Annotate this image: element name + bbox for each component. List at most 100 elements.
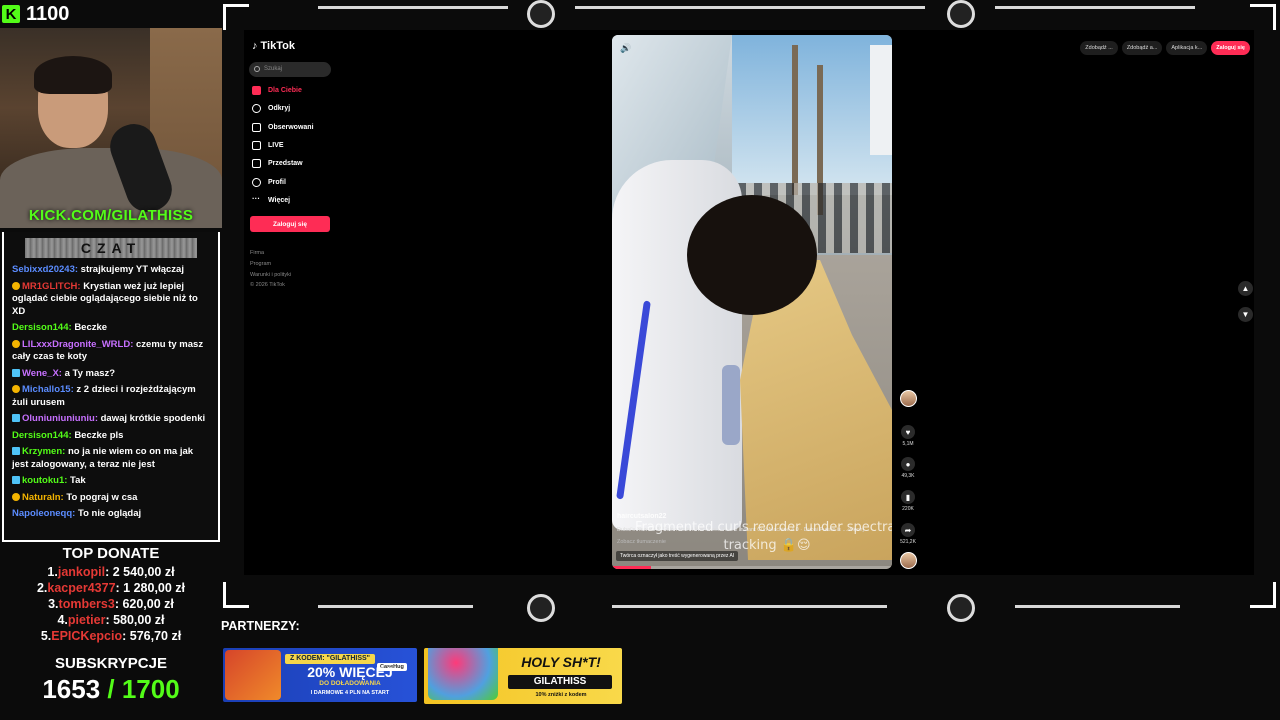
previous-video-button[interactable]: ▲ [1238, 281, 1253, 296]
sword-badge-icon [12, 368, 20, 377]
ad-headline: HOLY SH*T! [521, 654, 601, 670]
frame-line [612, 605, 887, 608]
following-icon [252, 123, 261, 132]
subs-current: 1653 [42, 674, 101, 704]
chat-username[interactable]: Oluniuniuniuniu: [22, 413, 98, 424]
nav-label: Więcej [268, 197, 291, 204]
subs-panel: SUBSKRYPCJE 1653 / 1700 [0, 655, 222, 705]
chat-username[interactable]: Michallo15: [22, 384, 74, 395]
donate-amount: : 2 540,00 zł [105, 565, 175, 579]
follower-count: 1100 [26, 2, 70, 25]
creator-avatar[interactable] [900, 390, 917, 407]
chat-message: Oluniuniuniuniu: dawaj krótkie spodenki [4, 411, 218, 428]
chat-username[interactable]: Naturaln: [22, 492, 64, 503]
profile-icon [252, 178, 261, 187]
action-heart[interactable]: ♥ 5,1M [900, 425, 916, 447]
next-video-button[interactable]: ▼ [1238, 307, 1253, 322]
nav-more[interactable]: ··· Więcej [252, 195, 291, 205]
volume-icon[interactable]: 🔊 [620, 43, 631, 54]
top-login-button[interactable]: Zaloguj się [1211, 41, 1250, 55]
nav-following[interactable]: Obserwowani [252, 123, 314, 132]
action-bookmark[interactable]: ▮ 220K [900, 490, 916, 512]
chat-message: Naturaln: To pograj w csa [4, 490, 218, 507]
footer-link[interactable]: Firma [250, 250, 264, 256]
chat-message: MR1GLITCH: Krystian weż już lepiej ogląd… [4, 279, 218, 321]
chat-message: Dersison144: Beczke pls [4, 428, 218, 445]
bookmark-icon[interactable]: ▮ [901, 490, 915, 504]
nav-for-you[interactable]: Dla Ciebie [252, 86, 302, 95]
action-count: 220K [902, 506, 914, 512]
nav-label: Odkryj [268, 105, 291, 112]
footer-link[interactable]: Program [250, 261, 271, 267]
share-icon[interactable]: ➦ [901, 523, 915, 537]
chat-message: Sebixxd20243: strajkujemy YT włączaj [4, 262, 218, 279]
target-emblem-icon [947, 0, 975, 28]
tiktok-logo[interactable]: ♪ TikTok [252, 40, 295, 52]
cans-icon [428, 648, 498, 700]
login-button[interactable]: Zaloguj się [250, 216, 330, 232]
nav-label: LIVE [268, 142, 284, 149]
top-right-actions: Zdobądź ... Zdobądź a... Aplikacja k... … [1080, 41, 1250, 55]
comment-icon[interactable]: ● [901, 457, 915, 471]
donate-rank: 4. [57, 613, 68, 627]
donate-name: EPICKepcio [51, 629, 123, 643]
home-icon [252, 86, 261, 95]
footer-copyright: © 2026 TikTok [250, 282, 285, 288]
video-player[interactable]: 🔊 haircutsalon22 Dubai's Newest AI Salon… [612, 35, 892, 569]
sub-badge-icon [12, 492, 20, 501]
get-app-button[interactable]: Zdobądź a... [1121, 41, 1163, 55]
nav-live[interactable]: LIVE [252, 141, 284, 150]
progress-fill [612, 566, 652, 569]
get-coins-button[interactable]: Zdobądź ... [1080, 41, 1118, 55]
overlay-subtitle: Fragmented curls reorder under spectral … [635, 520, 892, 553]
chat-text: strajkujemy YT włączaj [80, 264, 184, 275]
chat-username[interactable]: Wene_X: [22, 368, 62, 379]
nav-label: Dla Ciebie [268, 87, 302, 94]
search-placeholder: Szukaj [264, 66, 283, 72]
nav-profile[interactable]: Profil [252, 178, 286, 187]
nav-label: Przedstaw [268, 160, 303, 167]
chat-username[interactable]: Dersison144: [12, 322, 72, 333]
search-icon [254, 66, 260, 72]
chat-username[interactable]: MR1GLITCH: [22, 281, 81, 292]
chat-username[interactable]: Napoleoneqq: [12, 508, 75, 519]
ad-headline: 20% WIĘCEJ [307, 664, 393, 680]
live-icon [252, 141, 261, 150]
heart-icon[interactable]: ♥ [901, 425, 915, 439]
footer-link[interactable]: Warunki i polityki [250, 272, 291, 278]
wave-emblem-icon [947, 594, 975, 622]
top-donate-panel: TOP DONATE 1.jankopil: 2 540,00 zł 2.kacp… [0, 545, 222, 644]
donate-rank: 2. [36, 581, 48, 595]
donate-name: jankopil [57, 565, 106, 579]
action-comment[interactable]: ● 49,3K [900, 457, 916, 479]
chat-text: a Ty masz? [64, 367, 116, 379]
chat-username[interactable]: Krzymen: [22, 446, 65, 457]
nav-upload[interactable]: Przedstaw [252, 159, 303, 168]
video-progress-bar[interactable] [612, 566, 892, 569]
desktop-app-button[interactable]: Aplikacja k... [1166, 41, 1208, 55]
chat-username[interactable]: LILxxxDragonite_WRLD: [22, 339, 133, 350]
chat-username[interactable]: Sebixxd20243: [12, 264, 78, 275]
chat-username[interactable]: Dersison144: [12, 430, 72, 441]
follower-counter: K 1100 [0, 0, 222, 28]
search-input[interactable]: Szukaj [249, 62, 331, 77]
frame-line [575, 6, 925, 9]
frame-line [1015, 605, 1180, 608]
chat-text: dawaj krótkie spodenki [100, 413, 206, 424]
partner-ad-casehug[interactable]: Z KODEM: "GILATHISS" CaseHug 20% WIĘCEJ … [223, 648, 417, 702]
ad-subline2: I DARMOWE 4 PLN NA START [310, 690, 390, 696]
partner-ad-holy[interactable]: HOLY SH*T! GILATHISS 10% zniżki z kodem [424, 648, 622, 704]
donate-entry: 1.jankopil: 2 540,00 zł [0, 564, 222, 580]
sound-disc-icon[interactable] [900, 552, 917, 569]
donate-amount: : 1 280,00 zł [115, 581, 186, 595]
chat-username[interactable]: koutoku1: [22, 475, 67, 486]
compass-icon [252, 104, 261, 113]
chat-message: Napoleoneqq: To nie oglądaj [4, 506, 218, 523]
donate-entry: 4.pietier: 580,00 zł [0, 612, 222, 628]
partners-label: PARTNERZY: [221, 619, 300, 633]
nav-explore[interactable]: Odkryj [252, 104, 290, 113]
donate-entry: 5.EPICKepcio: 576,70 zł [0, 628, 222, 644]
action-share[interactable]: ➦ 521,2K [900, 523, 916, 545]
ad-code: Z KODEM: "GILATHISS" [285, 654, 375, 664]
frame-line [995, 6, 1195, 9]
